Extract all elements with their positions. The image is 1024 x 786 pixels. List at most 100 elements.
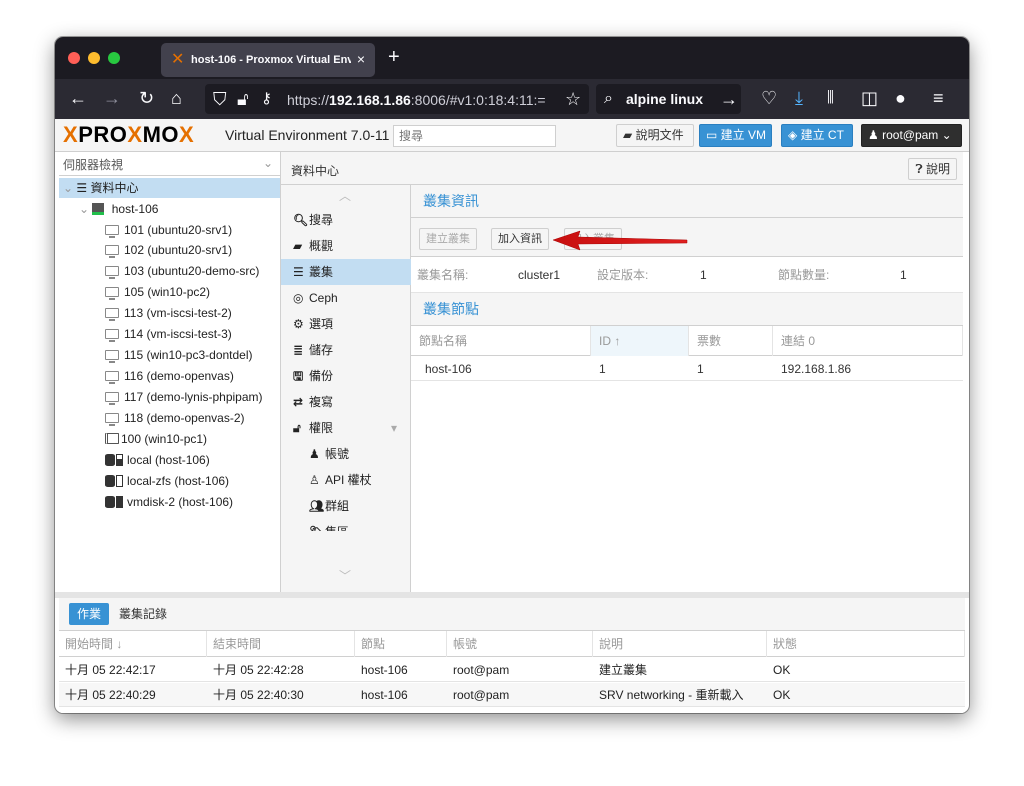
cluster-panel: 叢集資訊 建立叢集 加入資訊 加入叢集 叢集名稱: cluster1 設定版本:… [411,185,963,592]
view-selector[interactable]: 伺服器檢視 ⌄ [59,152,281,176]
account-icon[interactable]: ● [895,88,906,108]
column-header-node[interactable]: 節點 [355,631,447,657]
shield-icon[interactable]: ⛉ [213,89,227,109]
tree-node-vm[interactable]: 113 (vm-iscsi-test-2) [105,303,232,323]
insecure-lock-icon[interactable]: 🔓︎ [237,89,249,109]
task-description-cell: 建立叢集 [599,663,648,677]
task-status-cell: OK [773,663,791,677]
menu-item-label: 儲存 [309,343,334,357]
menu-item-pools[interactable]: 🏷︎集區 [281,519,411,531]
url-text[interactable]: https://192.168.1.86:8006/#v1:0:18:4:11:… [287,92,549,108]
join-cluster-button[interactable]: 加入叢集 [564,228,622,250]
menu-item-groups[interactable]: 👥︎群組 [281,493,411,519]
config-version-value: 1 [700,268,707,282]
expand-chevron-icon[interactable]: ⌄ [79,202,89,216]
home-icon[interactable]: ⌂ [171,88,182,108]
tree-node-vm[interactable]: 103 (ubuntu20-demo-src) [105,261,259,281]
floppy-icon: 🖫 [293,369,304,383]
new-tab-button[interactable]: + [388,46,400,69]
documentation-button[interactable]: ▰ 說明文件 [616,124,694,147]
forward-icon[interactable]: → [103,88,121,108]
menu-item-summary[interactable]: ▰ 概觀 [281,233,411,259]
tree-node-vm[interactable]: 116 (demo-openvas) [105,366,234,386]
tree-node-vm[interactable]: 102 (ubuntu20-srv1) [105,240,232,260]
expand-chevron-icon[interactable]: ⌄ [63,181,73,195]
minimize-window-button[interactable] [88,52,100,64]
menu-item-cluster[interactable]: ☰ 叢集 [281,259,411,285]
tree-node-vm[interactable]: 105 (win10-pc2) [105,282,210,302]
table-row[interactable]: host-106 1 1 192.168.1.86 [411,357,963,381]
tree-node-vm[interactable]: 118 (demo-openvas-2) [105,408,245,428]
tree-node-vm[interactable]: 101 (ubuntu20-srv1) [105,220,232,240]
tree-node-vm[interactable]: 115 (win10-pc3-dontdel) [105,345,253,365]
column-header-user[interactable]: 帳號 [447,631,593,657]
menu-item-permissions[interactable]: 🔓︎ 權限 ▾ [281,415,411,441]
create-ct-button[interactable]: ◈ 建立 CT [781,124,853,147]
back-icon[interactable]: ← [69,88,87,108]
zoom-window-button[interactable] [108,52,120,64]
user-menu-button[interactable]: ♟ root@pam ⌄ [861,124,962,147]
join-information-button[interactable]: 加入資訊 [491,228,549,250]
url-bar[interactable]: ⛉ 🔓︎ ⚷ https://192.168.1.86:8006/#v1:0:1… [205,84,589,114]
downloads-icon[interactable]: ⤓ [795,88,803,108]
column-header-id[interactable]: ID ↑ [591,326,689,356]
database-icon: ≣ [293,343,304,357]
create-cluster-button[interactable]: 建立叢集 [419,228,477,250]
tree-node-storage[interactable]: vmdisk-2 (host-106) [105,492,233,512]
menu-item-api-tokens[interactable]: ♙ API 權杖 [281,467,411,493]
table-row[interactable]: 十月 05 22:40:29 十月 05 22:40:30 host-106 r… [59,683,965,707]
column-header-link0[interactable]: 連結 0 [773,326,963,356]
tree-node-storage[interactable]: local (host-106) [105,450,210,470]
chevron-down-icon[interactable]: ▾ [391,415,397,441]
pve-search-field[interactable] [393,125,556,147]
create-vm-button[interactable]: ▭ 建立 VM [699,124,772,147]
browser-tab[interactable]: ✕ host-106 - Proxmox Virtual Envi × [161,43,375,77]
reload-icon[interactable]: ↻ [139,88,154,108]
column-header-status[interactable]: 狀態 [767,631,965,657]
menu-item-backup[interactable]: 🖫 備份 [281,363,411,389]
task-end-cell: 十月 05 22:42:28 [213,663,304,677]
vm-icon [105,225,119,238]
sidebar-icon[interactable]: ◫ [861,88,878,108]
user-label: root@pam [882,128,939,142]
column-header-end-time[interactable]: 結束時間 [207,631,355,657]
tree-node-vm[interactable]: 117 (demo-lynis-phpipam) [105,387,281,407]
menu-item-options[interactable]: ⚙ 選項 [281,311,411,337]
menu-item-label: 集區 [325,525,349,531]
web-search-bar[interactable]: ⌕ alpine linux → [596,84,741,114]
tab-cluster-log[interactable]: 叢集記錄 [111,603,175,625]
close-window-button[interactable] [68,52,80,64]
permissions-key-icon[interactable]: ⚷ [261,89,272,109]
tree-node-storage[interactable]: local-zfs (host-106) [105,471,229,491]
column-header-start-time[interactable]: 開始時間 ↓ [59,631,207,657]
user-icon: ♟ [309,447,320,461]
tab-tasks[interactable]: 作業 [69,603,110,625]
menu-icon[interactable]: ≡ [933,88,944,108]
scroll-down-icon[interactable]: ﹀ [339,567,351,584]
column-header-description[interactable]: 說明 [593,631,767,657]
scroll-up-icon[interactable]: ︿ [339,187,351,204]
column-header-votes[interactable]: 票數 [689,326,773,356]
menu-item-users[interactable]: ♟ 帳號 [281,441,411,467]
task-node-cell: host-106 [361,663,408,677]
menu-item-replication[interactable]: ⇄ 複寫 [281,389,411,415]
pocket-icon[interactable]: ♡ [761,88,777,108]
tree-node-datacenter[interactable]: ⌄ ☰ 資料中心 [59,178,280,198]
tree-node-template[interactable]: 100 (win10-pc1) [105,429,207,449]
task-description-cell: SRV networking - 重新載入 [599,688,744,702]
tree-node-label: 資料中心 [90,181,139,195]
menu-item-ceph[interactable]: ◎ Ceph [281,285,411,311]
search-text[interactable]: alpine linux [626,91,703,107]
tab-close-button[interactable]: × [357,51,365,67]
library-icon[interactable]: ⫼ [827,88,834,108]
column-header-nodename[interactable]: 節點名稱 [411,326,591,356]
menu-item-storage[interactable]: ≣ 儲存 [281,337,411,363]
help-button[interactable]: ❓︎ 說明 [908,158,957,180]
pve-search-input[interactable] [394,126,555,146]
tree-node-host[interactable]: ⌄ host-106 [79,199,158,219]
tree-node-vm[interactable]: 114 (vm-iscsi-test-3) [105,324,232,344]
bookmark-star-icon[interactable]: ☆ [565,89,581,109]
menu-item-search[interactable]: 🔍︎搜尋 [281,207,411,233]
search-go-icon[interactable]: → [720,89,738,109]
table-row[interactable]: 十月 05 22:42:17 十月 05 22:42:28 host-106 r… [59,658,965,682]
